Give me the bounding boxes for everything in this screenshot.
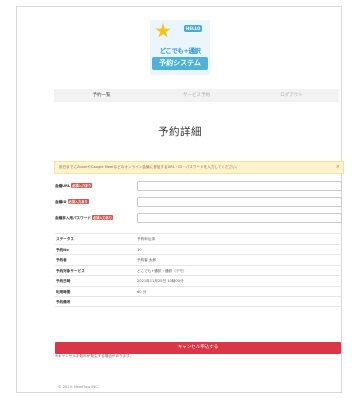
table-row: 利用時間 60 分 <box>55 285 342 297</box>
meeting-url-row: 会議URL 必須入力あり <box>55 181 342 192</box>
cancel-fee-note: ※キャンセル手数料が発生する場合があります。 <box>55 354 134 358</box>
logo-ribbon: HELLO <box>184 25 203 32</box>
required-badge: 必須入力あり <box>91 215 114 220</box>
table-row: ステータス 予約申込済 <box>55 233 342 244</box>
detail-key: 予約対象サービス <box>56 268 85 273</box>
required-badge: 必須入力あり <box>71 183 93 188</box>
detail-key: ステータス <box>56 237 74 241</box>
close-icon[interactable]: × <box>336 162 340 173</box>
logo-line1: どこでも+通訳 <box>159 47 201 55</box>
nav-reservations[interactable]: 予約一覧 <box>54 89 149 102</box>
detail-key: 利用時間 <box>56 289 71 294</box>
reservation-details-table: ステータス 予約申込済 予約No 10 予約者 予約者 太郎 予約対象サービス … <box>55 233 342 307</box>
meeting-url-label: 会議URL 必須入力あり <box>55 183 93 188</box>
footer-copyright: © 2020. NewFlow INC. <box>58 385 99 389</box>
table-row: 予約備考 <box>55 296 342 307</box>
detail-key: 予約者 <box>56 258 67 262</box>
alert-message: 前日までにZoomやGoogle Meetなどのオンライン会議に参加するURL・… <box>59 165 240 169</box>
meeting-url-input[interactable] <box>137 181 342 191</box>
detail-value: 60 分 <box>137 289 147 294</box>
table-row: 予約日時 2021年11月25日 10時00分 <box>55 275 342 286</box>
meeting-password-label: 会議参入用パスワード 必須入力あり <box>55 215 114 220</box>
app-logo[interactable]: HELLO どこでも+通訳 予約システム <box>150 20 210 75</box>
table-row: 予約対象サービス どこでも+通訳・通訳（デモ） <box>55 264 342 276</box>
detail-value: 予約申込済 <box>137 237 155 241</box>
page-title: 予約詳細 <box>158 126 202 138</box>
detail-value: どこでも+通訳・通訳（デモ） <box>137 268 187 273</box>
detail-value: 予約者 太郎 <box>137 258 157 262</box>
detail-value: 10 <box>137 247 142 252</box>
detail-value <box>137 297 342 306</box>
required-badge: 必須入力あり <box>67 199 89 204</box>
meeting-id-input[interactable] <box>137 197 342 207</box>
nav-service-booking[interactable]: サービス予約 <box>149 89 244 102</box>
detail-key: 予約日時 <box>56 279 71 283</box>
meeting-id-label: 会議ID 必須入力あり <box>55 199 89 204</box>
detail-key: 予約備考 <box>56 300 71 304</box>
main-nav: 予約一覧 サービス予約 ログアウト <box>54 89 339 102</box>
page-frame: HELLO どこでも+通訳 予約システム 予約一覧 サービス予約 ログアウト 予… <box>16 6 344 393</box>
detail-key: 予約No <box>56 247 69 252</box>
meeting-password-input[interactable] <box>137 213 342 223</box>
logo-line2: 予約システム <box>152 57 208 70</box>
nav-logout[interactable]: ログアウト <box>244 89 339 102</box>
meeting-id-row: 会議ID 必須入力あり <box>55 197 342 208</box>
info-alert: 前日までにZoomやGoogle Meetなどのオンライン会議に参加するURL・… <box>54 161 344 174</box>
cancel-request-button[interactable]: キャンセル申込する <box>55 342 341 354</box>
table-row: 予約No 10 <box>55 243 342 255</box>
meeting-password-row: 会議参入用パスワード 必須入力あり <box>55 213 342 224</box>
table-row: 予約者 予約者 太郎 <box>55 254 342 265</box>
detail-value: 2021年11月25日 10時00分 <box>137 279 184 283</box>
